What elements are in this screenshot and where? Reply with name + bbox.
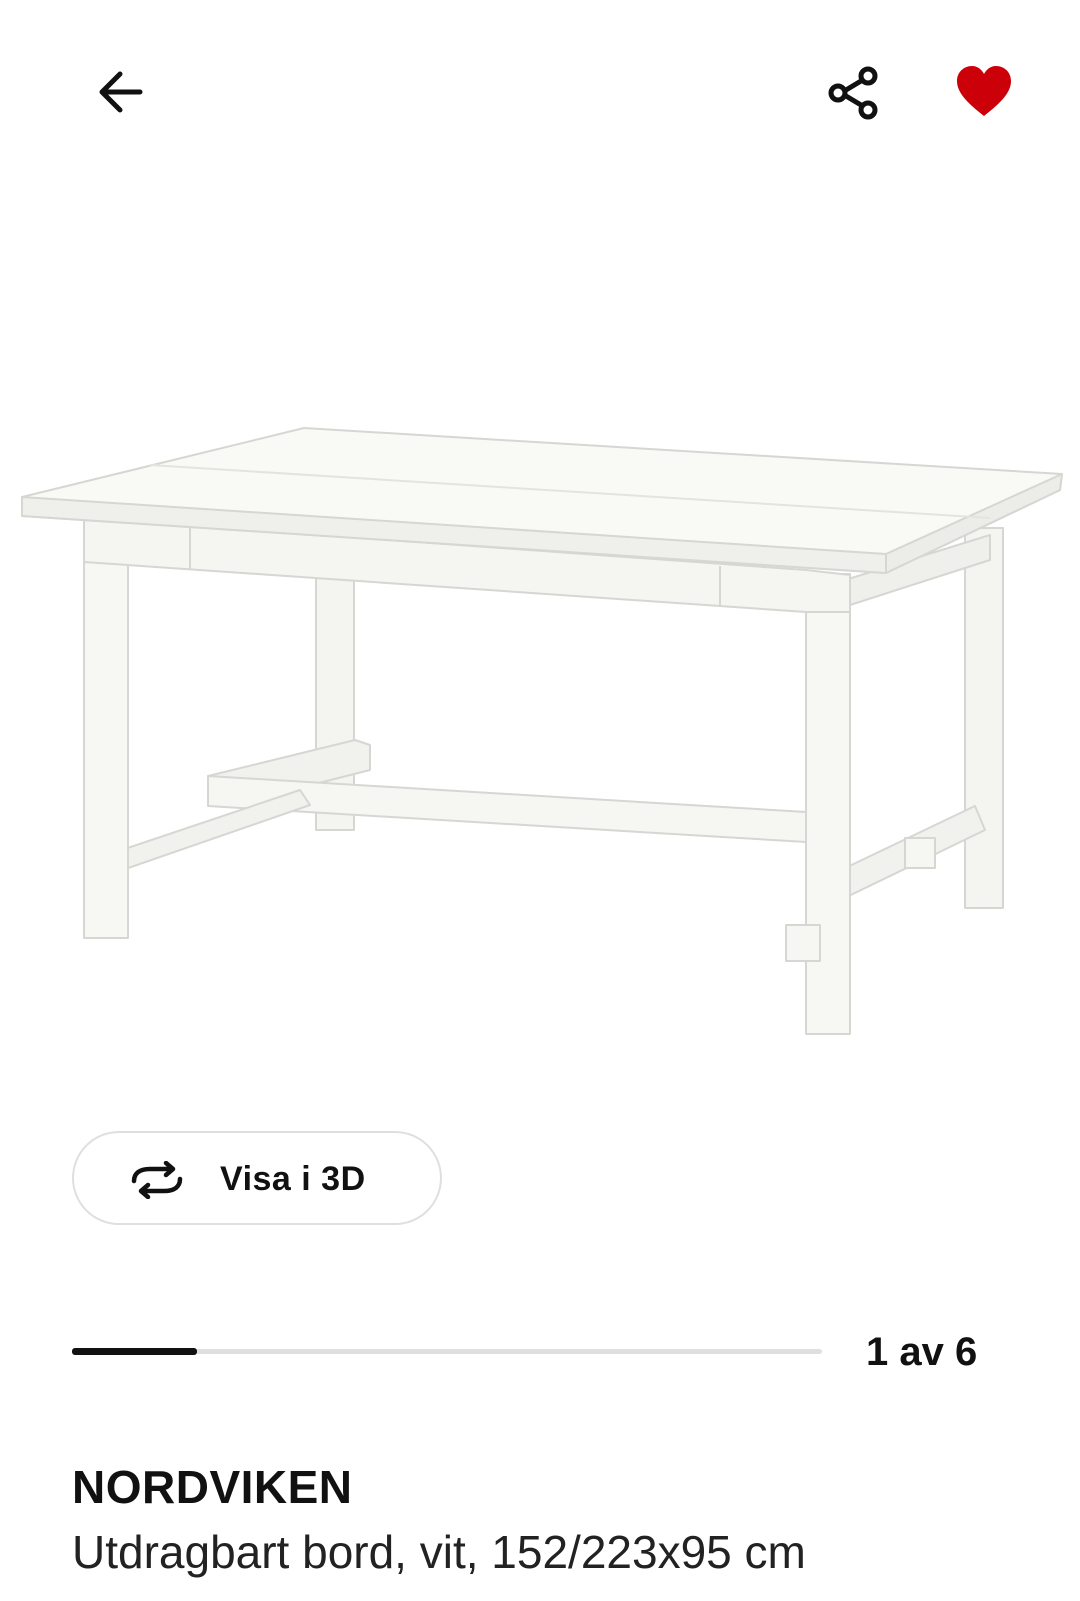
back-button[interactable] (84, 56, 156, 128)
gallery-progress-fill (72, 1348, 197, 1355)
gallery-progress-bar[interactable] (72, 1348, 822, 1355)
product-name: NORDVIKEN (72, 1461, 353, 1513)
heart-filled-icon (957, 66, 1011, 116)
table-illustration (21, 427, 1063, 1035)
share-button[interactable] (818, 56, 890, 128)
gallery-counter: 1 av 6 (866, 1330, 978, 1374)
favorite-button[interactable] (948, 56, 1020, 128)
view-in-3d-label: Visa i 3D (220, 1160, 366, 1198)
view-in-3d-button[interactable]: Visa i 3D (72, 1131, 442, 1225)
product-image[interactable] (0, 400, 1080, 1040)
product-description: Utdragbart bord, vit, 152/223x95 cm (72, 1526, 806, 1578)
share-icon (828, 66, 878, 120)
top-bar (0, 0, 1080, 180)
rotate-icon (131, 1161, 183, 1199)
arrow-left-icon (99, 71, 143, 113)
